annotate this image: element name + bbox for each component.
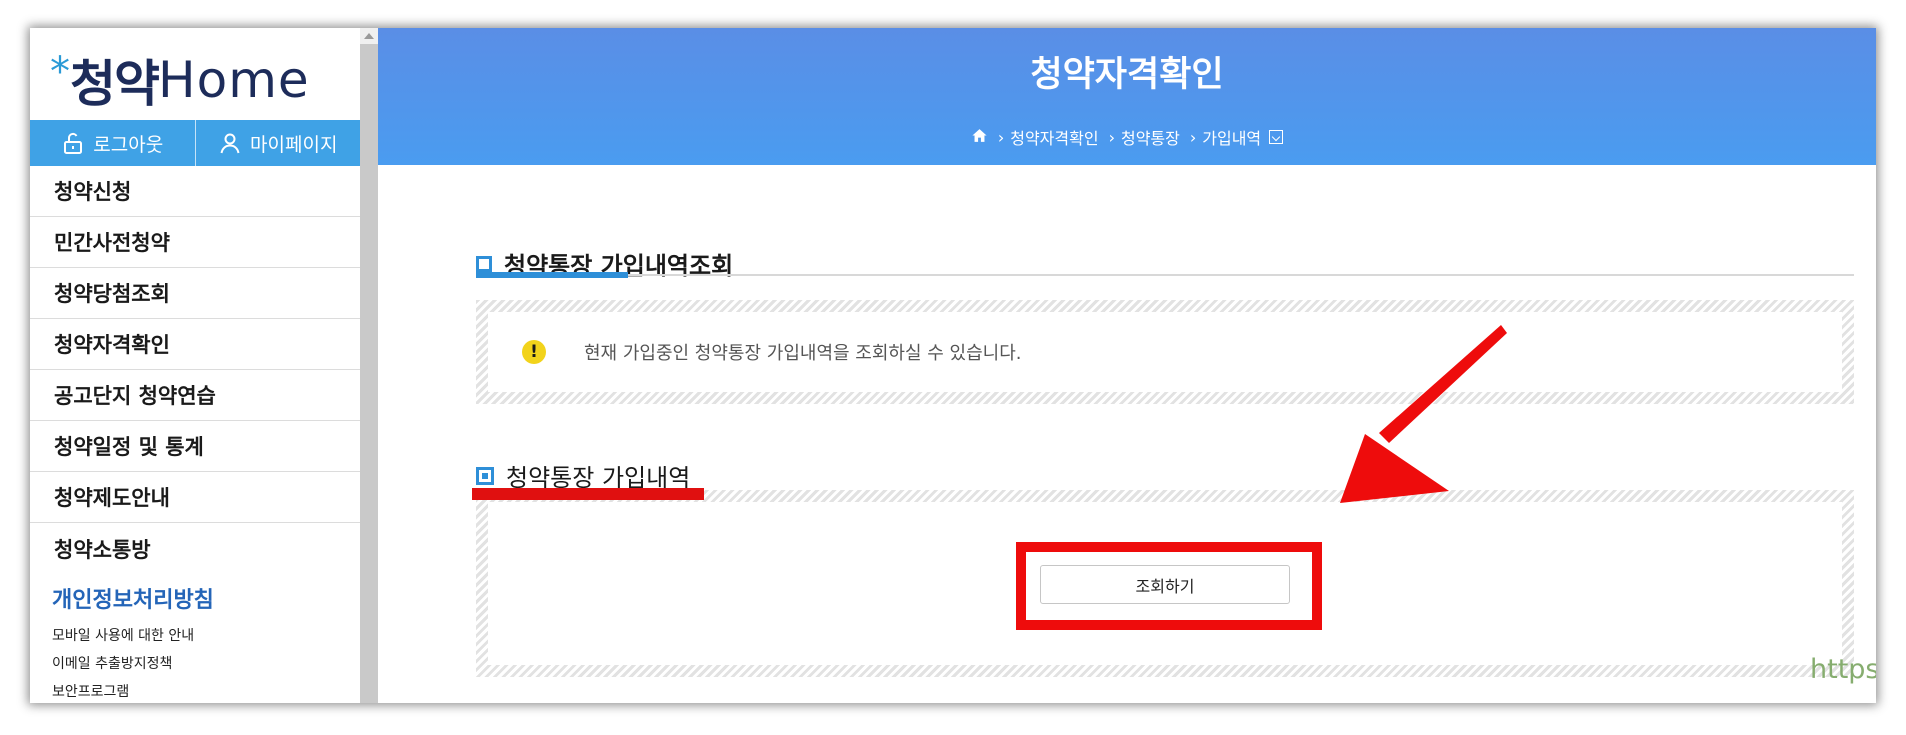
sidebar-item-system-guide[interactable]: 청약제도안내	[30, 472, 360, 523]
sidebar-item-schedule-stats[interactable]: 청약일정 및 통계	[30, 421, 360, 472]
breadcrumb-item[interactable]: › 가입내역	[1189, 125, 1284, 149]
logout-label: 로그아웃	[93, 133, 164, 156]
square-bullet-icon	[476, 255, 492, 272]
mypage-button[interactable]: 마이페이지	[194, 120, 361, 166]
sidebar-item-private-pre-subscription[interactable]: 민간사전청약	[30, 217, 360, 268]
security-program-link[interactable]: 보안프로그램	[52, 678, 194, 703]
watermark-text: https://paramonecompany.com/	[1810, 654, 1876, 685]
section-underline-accent	[476, 272, 628, 278]
sidebar-item-winning-lookup[interactable]: 청약당첨조회	[30, 268, 360, 319]
page-title: 청약자격확인	[1030, 55, 1224, 95]
privacy-policy-link[interactable]: 개인정보처리방침	[52, 582, 214, 614]
unlock-icon	[64, 132, 83, 154]
email-policy-link[interactable]: 이메일 추출방지정책	[52, 650, 194, 678]
user-icon	[220, 133, 240, 154]
chevron-right-icon: ›	[1189, 127, 1197, 147]
red-underline-annotation	[472, 488, 704, 500]
square-bullet-icon	[476, 466, 494, 485]
breadcrumb-item[interactable]: › 청약자격확인	[998, 125, 1099, 149]
home-icon[interactable]	[971, 127, 988, 148]
mypage-label: 마이페이지	[250, 133, 338, 156]
section-divider	[476, 274, 1854, 276]
logo-text: 청약	[70, 55, 160, 113]
notice-inner: ! 현재 가입중인 청약통장 가입내역을 조회하실 수 있습니다.	[488, 312, 1842, 392]
warning-icon: !	[522, 340, 546, 364]
notice-text: 현재 가입중인 청약통장 가입내역을 조회하실 수 있습니다.	[584, 343, 1022, 364]
sidebar-scrollbar[interactable]	[360, 28, 378, 703]
sidebar-item-communication[interactable]: 청약소통방	[30, 523, 360, 574]
logo-home-text: Home	[158, 51, 310, 109]
sidebar-item-practice[interactable]: 공고단지 청약연습	[30, 370, 360, 421]
chevron-right-icon: ›	[997, 127, 1005, 147]
query-button[interactable]: 조회하기	[1040, 565, 1290, 604]
scroll-up-arrow-icon[interactable]	[360, 28, 378, 44]
sidebar-nav: 청약신청 민간사전청약 청약당첨조회 청약자격확인 공고단지 청약연습 청약일정…	[30, 166, 360, 574]
breadcrumb: › 청약자격확인 › 청약통장 › 가입내역	[378, 125, 1876, 149]
browser-frame: * 청약 Home 로그아웃 마이페이지 청약신청 민간사전청약 청약당첨조회 …	[30, 28, 1876, 703]
sidebar-item-eligibility-check[interactable]: 청약자격확인	[30, 319, 360, 370]
sidebar: * 청약 Home 로그아웃 마이페이지 청약신청 민간사전청약 청약당첨조회 …	[30, 28, 360, 703]
chevron-right-icon: ›	[1108, 127, 1115, 147]
breadcrumb-item[interactable]: › 청약통장	[1109, 125, 1180, 149]
account-bar: 로그아웃 마이페이지	[30, 120, 360, 166]
site-logo[interactable]: * 청약 Home	[50, 49, 310, 113]
mobile-guide-link[interactable]: 모바일 사용에 대한 안내	[52, 622, 194, 650]
footer-links: 모바일 사용에 대한 안내 이메일 추출방지정책 보안프로그램	[52, 622, 194, 703]
notice-box: ! 현재 가입중인 청약통장 가입내역을 조회하실 수 있습니다.	[476, 300, 1854, 404]
sidebar-item-apply[interactable]: 청약신청	[30, 166, 360, 217]
dropdown-icon[interactable]	[1269, 130, 1284, 144]
logo-star-icon: *	[50, 49, 70, 95]
page-header: 청약자격확인 › 청약자격확인 › 청약통장 › 가입내역	[378, 28, 1876, 165]
logout-button[interactable]: 로그아웃	[30, 120, 195, 166]
main-content: 청약자격확인 › 청약자격확인 › 청약통장 › 가입내역 청약통장 가입내역조…	[378, 28, 1876, 703]
